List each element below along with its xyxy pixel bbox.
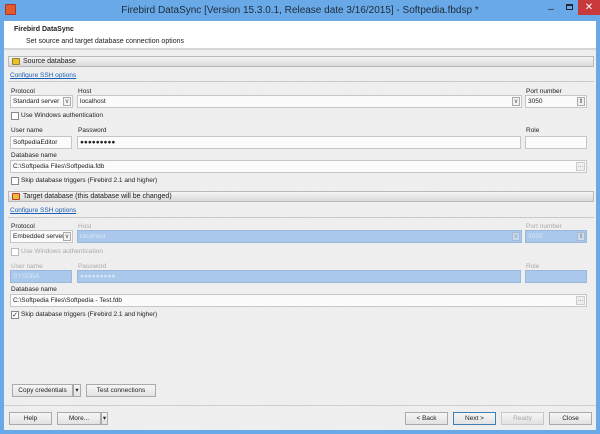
source-windows-auth-checkbox[interactable] (11, 112, 19, 120)
source-skip-triggers-checkbox[interactable] (11, 177, 19, 185)
target-windows-auth-label: Use Windows authentication (21, 248, 104, 255)
browse-button[interactable]: ... (576, 296, 585, 305)
source-configure-ssh-link[interactable]: Configure SSH options (10, 72, 76, 79)
target-database-label: Target database (this database will be c… (23, 193, 172, 200)
source-port-label: Port number (526, 88, 562, 95)
source-password-input[interactable]: ●●●●●●●●● (77, 136, 521, 149)
footer-divider (4, 405, 596, 406)
target-protocol-label: Protocol (11, 223, 35, 230)
back-button[interactable]: < Back (405, 412, 448, 425)
target-port-label: Port number (526, 223, 562, 230)
target-dbname-input[interactable]: C:\Softpedia Files\Softpedia - Test.fdb.… (10, 294, 587, 307)
target-skip-triggers-checkbox[interactable]: ✓ (11, 311, 19, 319)
target-password-label: Password (78, 263, 107, 270)
source-database-label: Source database (23, 58, 76, 65)
client-area (4, 21, 596, 430)
source-dbname-value: C:\Softpedia Files\Softpedia.fdb (13, 163, 105, 170)
target-protocol-value: Embedded server (13, 233, 65, 240)
target-user-input: SYSDBA (10, 270, 72, 283)
source-dbname-input[interactable]: C:\Softpedia Files\Softpedia.fdb... (10, 160, 587, 173)
more-button[interactable]: More... (57, 412, 101, 425)
source-dbname-label: Database name (11, 152, 57, 159)
browse-button[interactable]: ... (576, 162, 585, 171)
copy-credentials-menu-button[interactable]: ▾ (73, 384, 81, 397)
source-database-section[interactable]: Source database (8, 56, 594, 67)
target-database-section[interactable]: Target database (this database will be c… (8, 191, 594, 202)
source-role-input[interactable] (525, 136, 587, 149)
copy-credentials-button[interactable]: Copy credentials (12, 384, 73, 397)
wizard-subtitle: Set source and target database connectio… (26, 38, 184, 45)
close-window-button[interactable]: ✕ (578, 0, 600, 15)
help-button[interactable]: Help (9, 412, 52, 425)
source-windows-auth-label: Use Windows authentication (21, 112, 104, 119)
source-database-icon (12, 58, 20, 65)
target-user-label: User name (11, 263, 43, 270)
target-role-label: Role (526, 263, 540, 270)
chevron-down-icon[interactable]: v (63, 97, 71, 106)
chevron-down-icon: v (512, 232, 520, 241)
spin-icon[interactable]: ⇕ (577, 97, 585, 106)
source-user-label: User name (11, 127, 43, 134)
minimize-button[interactable]: ‒ (544, 4, 558, 15)
target-windows-auth-checkbox (11, 248, 19, 256)
target-port-value: 3050 (528, 233, 543, 240)
close-button[interactable]: Close (549, 412, 592, 425)
target-dbname-value: C:\Softpedia Files\Softpedia - Test.fdb (13, 297, 122, 304)
source-protocol-select[interactable]: Standard server v (10, 95, 73, 108)
chevron-down-icon[interactable]: v (63, 232, 71, 241)
more-menu-button[interactable]: ▾ (101, 412, 108, 425)
next-button[interactable]: Next > (453, 412, 496, 425)
target-password-input: ●●●●●●●●● (77, 270, 521, 283)
source-skip-triggers-label: Skip database triggers (Firebird 2.1 and… (21, 177, 158, 184)
source-protocol-label: Protocol (11, 88, 35, 95)
source-host-label: Host (78, 88, 92, 95)
source-role-label: Role (526, 127, 540, 134)
target-database-icon (12, 193, 20, 200)
target-dbname-label: Database name (11, 286, 57, 293)
source-port-spinner[interactable]: 3050 ⇕ (525, 95, 587, 108)
target-host-combo: localhost v (77, 230, 522, 243)
source-user-input[interactable]: SoftpediaEditor (10, 136, 72, 149)
chevron-down-icon[interactable]: v (512, 97, 520, 106)
target-host-value: localhost (80, 233, 106, 240)
wizard-title: Firebird DataSync (14, 26, 74, 33)
target-protocol-select[interactable]: Embedded server v (10, 230, 73, 243)
maximize-icon (565, 4, 573, 10)
divider (8, 81, 594, 82)
spin-icon: ⇕ (577, 232, 585, 241)
source-password-label: Password (78, 127, 107, 134)
source-port-value: 3050 (528, 98, 543, 105)
divider (8, 217, 594, 218)
wizard-header: Firebird DataSync Set source and target … (4, 21, 596, 50)
maximize-button[interactable] (562, 4, 576, 14)
target-configure-ssh-link[interactable]: Configure SSH options (10, 207, 76, 214)
target-skip-triggers-label: Skip database triggers (Firebird 2.1 and… (21, 311, 158, 318)
target-role-input (525, 270, 587, 283)
window-title: Firebird DataSync [Version 15.3.0.1, Rel… (121, 5, 479, 16)
target-port-spinner: 3050 ⇕ (525, 230, 587, 243)
test-connections-button[interactable]: Test connections (86, 384, 156, 397)
target-host-label: Host (78, 223, 92, 230)
source-host-value: localhost (80, 98, 106, 105)
ready-button: Ready (501, 412, 544, 425)
source-host-combo[interactable]: localhost v (77, 95, 522, 108)
source-protocol-value: Standard server (13, 98, 60, 105)
